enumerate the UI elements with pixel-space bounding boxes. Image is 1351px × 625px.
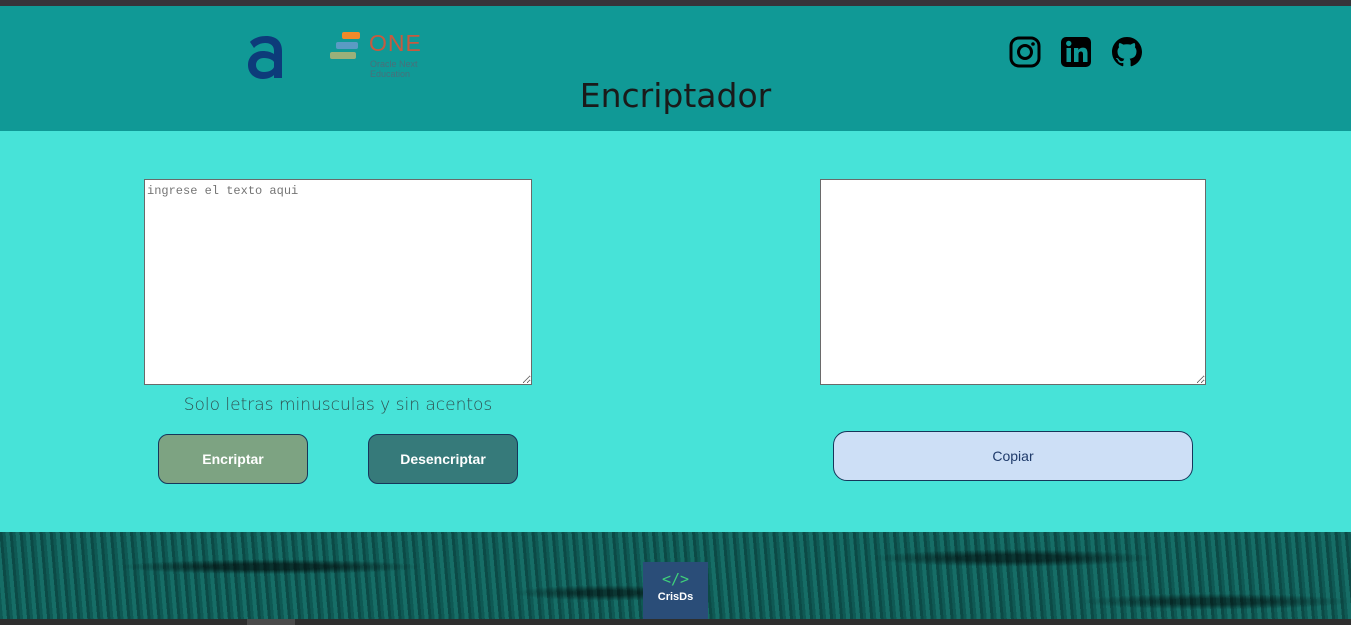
input-textarea[interactable] xyxy=(144,179,532,385)
page-header: ONE Oracle Next Education Encriptador xyxy=(0,6,1351,131)
crisds-name: CrisDs xyxy=(657,591,694,603)
instagram-icon[interactable] xyxy=(1009,36,1041,68)
scrollbar-thumb[interactable] xyxy=(247,619,295,625)
crisds-badge[interactable]: </> CrisDs xyxy=(643,562,708,619)
copy-button[interactable]: Copiar xyxy=(833,431,1193,481)
page-footer: </> CrisDs xyxy=(0,532,1351,619)
horizontal-scrollbar[interactable] xyxy=(0,619,1351,625)
page-title: Encriptador xyxy=(579,76,772,115)
output-textarea[interactable] xyxy=(820,179,1206,385)
github-icon[interactable] xyxy=(1111,36,1143,68)
decrypt-button[interactable]: Desencriptar xyxy=(368,434,518,484)
one-logo-text: ONE xyxy=(369,30,422,56)
code-icon: </> xyxy=(661,570,690,588)
one-logo-icon xyxy=(330,32,360,59)
linkedin-icon[interactable] xyxy=(1060,36,1092,68)
encrypt-button[interactable]: Encriptar xyxy=(158,434,308,484)
input-hint: Solo letras minusculas y sin acentos xyxy=(183,395,493,415)
main-section: Solo letras minusculas y sin acentos Enc… xyxy=(0,131,1351,532)
